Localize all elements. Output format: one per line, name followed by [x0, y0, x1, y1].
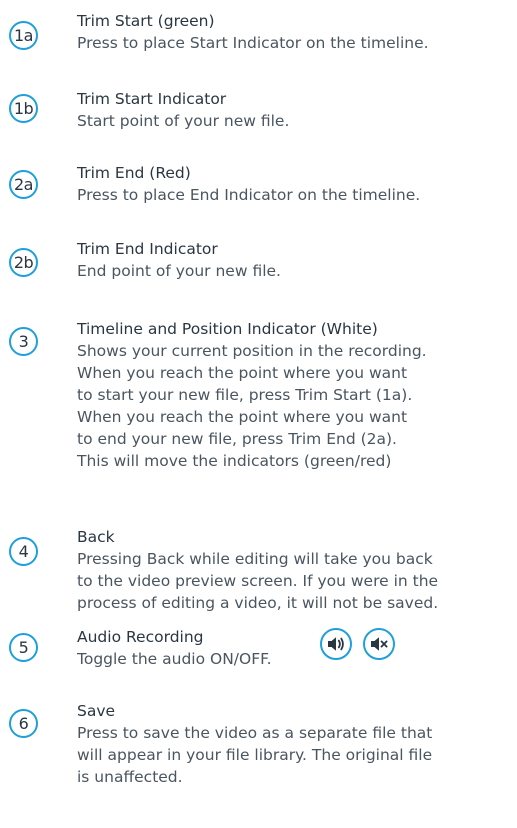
number-badge: 1b [9, 94, 38, 123]
item-title: Timeline and Position Indicator (White) [77, 320, 378, 338]
number-badge: 2b [9, 248, 38, 277]
number-badge: 3 [9, 327, 38, 356]
item-description: Press to save the video as a separate fi… [77, 724, 433, 786]
speaker-muted-icon [363, 628, 395, 660]
item-description: End point of your new file. [77, 262, 281, 280]
item-title: Trim Start Indicator [77, 90, 227, 108]
item-description: Toggle the audio ON/OFF. [77, 650, 272, 668]
item-title: Save [77, 702, 116, 720]
item-description: Press to place End Indicator on the time… [77, 186, 421, 204]
number-badge: 6 [9, 709, 38, 738]
item-title: Audio Recording [77, 628, 204, 646]
item-title: Trim End Indicator [77, 240, 218, 258]
item-title: Trim End (Red) [77, 164, 191, 182]
item-description: Start point of your new file. [77, 112, 290, 130]
number-badge: 5 [9, 633, 38, 662]
speaker-on-icon [320, 628, 352, 660]
item-description: Shows your current position in the recor… [77, 342, 427, 470]
item-description: Pressing Back while editing will take yo… [77, 550, 439, 612]
number-badge: 2a [9, 170, 38, 199]
item-description: Press to place Start Indicator on the ti… [77, 34, 429, 52]
item-title: Trim Start (green) [77, 12, 215, 30]
item-title: Back [77, 528, 115, 546]
number-badge: 4 [9, 537, 38, 566]
number-badge: 1a [9, 21, 38, 50]
